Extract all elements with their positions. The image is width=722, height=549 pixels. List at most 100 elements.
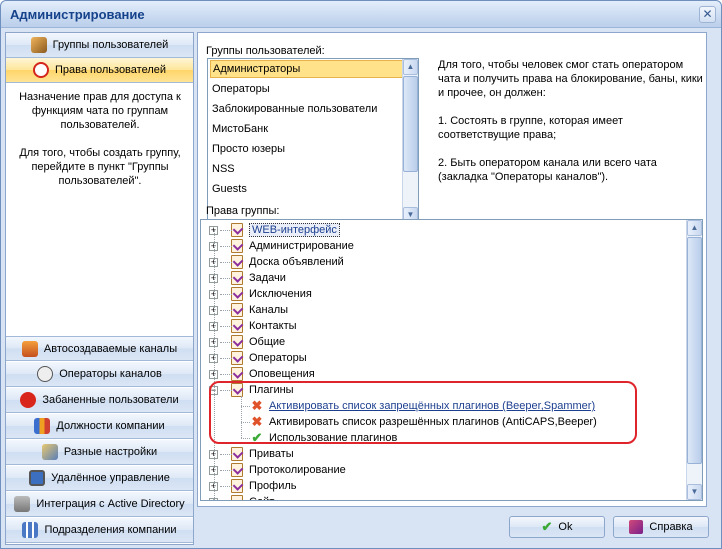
grid-icon [22,522,39,538]
tree-connector [220,374,232,375]
checked-checkbox-icon[interactable] [231,319,243,333]
nav-label: Разные настройки [63,446,158,458]
scroll-thumb[interactable] [687,237,702,464]
admin-window: Администрирование ✕ Группы пользователей… [0,0,722,549]
nav-label: Интеграция с Active Directory [36,498,185,510]
checked-checkbox-icon[interactable] [231,463,243,477]
list-item[interactable]: NSS [210,160,405,178]
tree-node-label: Общие [249,336,286,348]
monitor-icon [29,470,46,486]
tree-connector [220,310,232,311]
info-text: Для того, чтобы человек смог стать опера… [438,58,703,198]
tree-connector [214,230,215,500]
nav-label: Подразделения компании [44,524,177,536]
scroll-down-button[interactable]: ▼ [687,484,702,500]
settings-icon [41,444,58,460]
tree-node-label: Администрирование [249,240,354,252]
checked-checkbox-icon[interactable] [231,287,243,301]
warning-icon [20,392,37,408]
content-panel: Группы пользователей: Администраторы Опе… [197,32,707,507]
list-item-label: Операторы [212,83,270,95]
info-paragraph: 1. Состоять в группе, которая имеет соот… [438,115,623,141]
tree-node[interactable]: +Сайт [209,494,274,500]
checkmark-icon: ✔ [541,519,553,534]
groups-listbox[interactable]: Администраторы Операторы Заблокированные… [207,58,419,224]
nav-misc-settings[interactable]: Разные настройки [6,440,193,465]
tree-node-label: Доска объявлений [249,256,344,268]
help-book-icon [629,520,644,534]
checked-checkbox-icon[interactable] [231,271,243,285]
tree-node-label: Профиль [249,480,297,492]
nav-banned-users[interactable]: Забаненные пользователи [6,388,193,413]
nav-company-departments[interactable]: Подразделения компании [6,518,193,543]
tree-node-label: Контакты [249,320,297,332]
tree-node-label: Приваты [249,448,294,460]
tree-connector [220,262,232,263]
list-item[interactable]: Заблокированные пользователи [210,100,405,118]
list-item[interactable]: Операторы [210,80,405,98]
scroll-up-button[interactable]: ▲ [687,220,702,236]
ok-button[interactable]: ✔ Ok [509,516,605,538]
nav-label: Удалённое управление [51,472,170,484]
checked-checkbox-icon[interactable] [231,303,243,317]
help-label: Справка [649,521,693,533]
nav-active-directory[interactable]: Интеграция с Active Directory [6,492,193,517]
help-button[interactable]: Справка [613,516,709,538]
window-title: Администрирование [10,7,145,22]
nav-user-rights[interactable]: Права пользователей [6,58,193,83]
scroll-up-button[interactable]: ▲ [403,59,418,75]
rights-tree[interactable]: + WEB-интерфейс + Администрирование + Доска о… [200,219,703,501]
nav-user-groups[interactable]: Группы пользователей [6,33,193,58]
list-item-label: МистоБанк [212,123,269,135]
description-paragraph: Назначение прав для доступа к функциям ч… [19,91,181,131]
info-paragraph: 2. Быть оператором канала или всего чата… [438,157,657,183]
checked-checkbox-icon[interactable] [231,335,243,349]
list-item[interactable]: Guests [210,180,405,198]
description-paragraph: Для того, чтобы создать группу, перейдит… [19,147,181,187]
nav-label: Должности компании [56,420,165,432]
tree-node-label: Каналы [249,304,289,316]
list-item-label: NSS [212,163,235,175]
nav-label: Группы пользователей [52,39,169,51]
rights-description: Назначение прав для доступа к функциям ч… [12,90,188,202]
tree-node-label: Операторы [249,352,307,364]
list-item[interactable]: Просто юзеры [210,140,405,158]
checked-checkbox-icon[interactable] [231,447,243,461]
checked-checkbox-icon[interactable] [231,351,243,365]
tree-node-label: Оповещения [249,368,315,380]
checked-checkbox-icon[interactable] [231,223,243,237]
checked-checkbox-icon[interactable] [231,495,243,500]
close-icon: ✕ [702,7,713,21]
list-item[interactable]: МистоБанк [210,120,405,138]
nav-channel-operators[interactable]: Операторы каналов [6,362,193,387]
nav-label: Забаненные пользователи [42,394,179,406]
tree-connector [220,486,232,487]
checked-checkbox-icon[interactable] [231,255,243,269]
title-bar[interactable]: Администрирование ✕ [1,1,721,28]
gift-icon [21,340,38,357]
checked-checkbox-icon[interactable] [231,367,243,381]
list-item-label: Заблокированные пользователи [212,103,378,115]
list-item-label: Просто юзеры [212,143,286,155]
checked-checkbox-icon[interactable] [231,239,243,253]
ok-label: Ok [558,521,573,533]
tree-node-label: WEB-интерфейс [249,223,340,237]
groups-scrollbar[interactable]: ▲ ▼ [402,59,418,223]
highlight-annotation [209,381,637,444]
scroll-thumb[interactable] [403,76,418,172]
users-group-icon [30,37,47,53]
list-item-label: Администраторы [213,63,301,75]
list-item[interactable]: Администраторы [210,60,405,78]
tree-scrollbar[interactable]: ▲ ▼ [686,220,702,500]
close-button[interactable]: ✕ [699,6,716,23]
nav-company-positions[interactable]: Должности компании [6,414,193,439]
list-item-label: Guests [212,183,247,195]
checked-checkbox-icon[interactable] [231,479,243,493]
nav-auto-channels[interactable]: Автосоздаваемые каналы [6,336,193,361]
server-icon [14,496,31,512]
tree-connector [220,470,232,471]
nav-remote-control[interactable]: Удалённое управление [6,466,193,491]
nav-label: Операторы каналов [59,368,162,380]
nav-label: Права пользователей [55,64,166,76]
tree-connector [220,326,232,327]
